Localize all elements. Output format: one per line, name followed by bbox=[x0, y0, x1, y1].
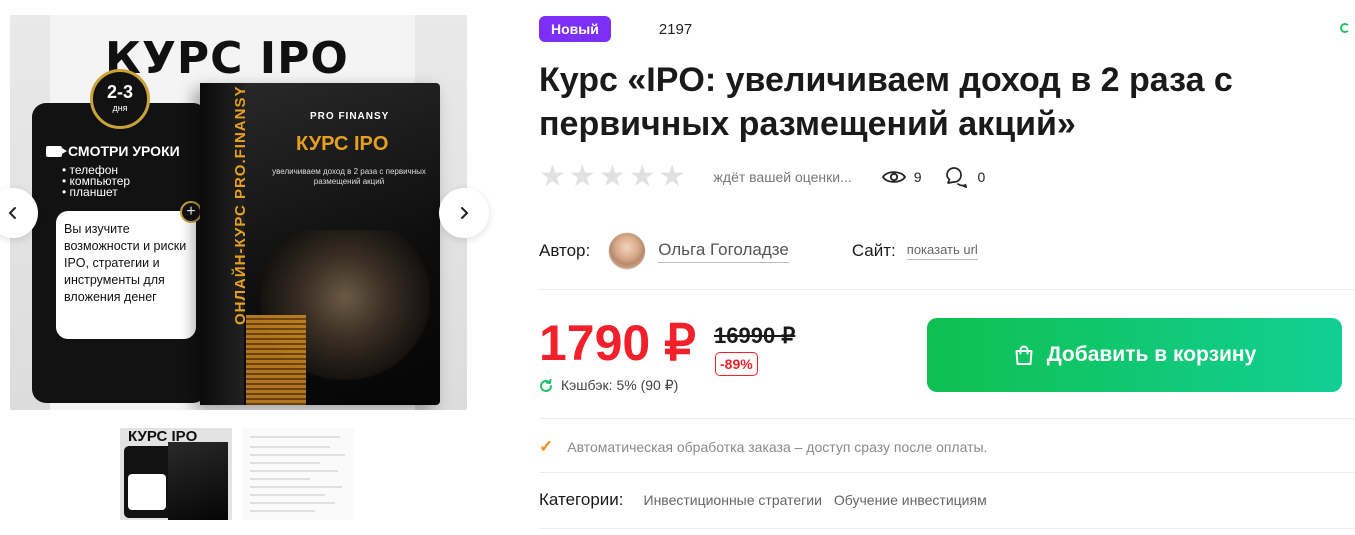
check-icon: ✓ bbox=[539, 437, 554, 456]
watch-label: СМОТРИ УРОКИ bbox=[68, 143, 180, 159]
cashback-row: Кэшбэк: 5% (90 ₽) bbox=[539, 377, 678, 394]
star-icon[interactable]: ★ bbox=[629, 162, 656, 192]
thumbnail-2[interactable] bbox=[242, 428, 354, 520]
views-value: 9 bbox=[913, 169, 922, 185]
days-count: 2-3 bbox=[106, 82, 133, 102]
product-meta-row: Новый 2197 bbox=[539, 16, 692, 42]
watch-lessons: СМОТРИ УРОКИ bbox=[46, 143, 180, 159]
price-block: 1790 ₽ 16990 ₽ -89% bbox=[539, 315, 795, 376]
thumbnail-note bbox=[128, 474, 166, 510]
cover-note: Вы изучите возможности и риски IPO, стра… bbox=[56, 211, 196, 339]
cashback-text: Кэшбэк: 5% (90 ₽) bbox=[561, 377, 679, 393]
rating-text: ждёт вашей оценки... bbox=[713, 169, 852, 185]
days-badge: 2-3 дня bbox=[90, 69, 150, 129]
add-to-cart-button[interactable]: Добавить в корзину bbox=[927, 318, 1342, 392]
comment-icon bbox=[945, 167, 967, 188]
auto-processing-note: ✓ Автоматическая обработка заказа – дост… bbox=[539, 437, 987, 457]
categories-row: Категории: Инвестиционные стратегии Обуч… bbox=[539, 490, 987, 510]
comments-value: 0 bbox=[977, 169, 986, 185]
new-badge: Новый bbox=[539, 16, 611, 42]
divider bbox=[539, 472, 1355, 473]
device-item: планшет bbox=[62, 186, 130, 198]
discount-badge: -89% bbox=[715, 352, 758, 376]
days-unit: дня bbox=[112, 103, 128, 113]
box-subtitle: увеличиваем доход в 2 раза с первичных р… bbox=[272, 167, 426, 186]
cover-title: КУРС IPO bbox=[105, 33, 349, 84]
device-list: телефон компьютер планшет bbox=[62, 164, 131, 198]
box-spine-text: ОНЛАЙН-КУРС PRO.FINANSY bbox=[232, 85, 249, 325]
refresh-icon bbox=[540, 378, 552, 392]
box-title: КУРС IPO bbox=[296, 133, 389, 155]
product-gallery: КУРС IPO 2-3 дня СМОТРИ УРОКИ телефон ко… bbox=[0, 0, 500, 535]
plus-icon: + bbox=[180, 201, 202, 223]
star-icon[interactable]: ★ bbox=[539, 162, 566, 192]
product-info: Новый 2197 Курс «IPO: увеличиваем доход … bbox=[539, 0, 1355, 535]
box-brand: PRO FINANSY bbox=[310, 111, 390, 122]
star-icon[interactable]: ★ bbox=[599, 162, 626, 192]
coins-image bbox=[246, 315, 306, 405]
author-label: Автор: bbox=[539, 241, 591, 260]
star-icon[interactable]: ★ bbox=[659, 162, 686, 192]
divider bbox=[539, 418, 1355, 419]
auto-note-text: Автоматическая обработка заказа – доступ… bbox=[567, 439, 988, 455]
shopping-bag-icon bbox=[1015, 345, 1033, 365]
category-link[interactable]: Обучение инвестициям bbox=[834, 492, 987, 508]
product-sku: 2197 bbox=[658, 20, 693, 38]
chevron-left-icon bbox=[8, 207, 16, 219]
show-url-link[interactable]: показать url bbox=[906, 242, 978, 260]
divider bbox=[539, 289, 1355, 290]
avatar[interactable] bbox=[608, 232, 647, 270]
add-to-cart-label: Добавить в корзину bbox=[1046, 343, 1257, 366]
gallery-thumbnails: КУРС IPO bbox=[120, 428, 354, 520]
star-icon[interactable]: ★ bbox=[569, 162, 596, 192]
divider bbox=[539, 528, 1355, 529]
views-count: 9 bbox=[881, 169, 922, 185]
author-row: Автор: Ольга Гоголадзе Сайт: показать ur… bbox=[539, 232, 1339, 270]
camera-icon bbox=[46, 145, 67, 157]
rating-stars[interactable]: ★ ★ ★ ★ ★ bbox=[539, 162, 686, 192]
categories-label: Категории: bbox=[539, 490, 624, 509]
category-link[interactable]: Инвестиционные стратегии bbox=[644, 492, 822, 508]
chevron-right-icon bbox=[461, 207, 469, 219]
thumbnail-box bbox=[168, 442, 228, 520]
rating-row: ★ ★ ★ ★ ★ ждёт вашей оценки... 9 0 bbox=[539, 162, 1039, 192]
current-price: 1790 ₽ bbox=[539, 315, 696, 371]
gallery-next-button[interactable] bbox=[439, 188, 489, 238]
thumbnail-1[interactable]: КУРС IPO bbox=[120, 428, 232, 520]
author-link[interactable]: Ольга Гоголадзе bbox=[658, 240, 789, 263]
main-product-image[interactable]: КУРС IPO 2-3 дня СМОТРИ УРОКИ телефон ко… bbox=[10, 15, 467, 410]
status-indicator-icon bbox=[1340, 23, 1350, 33]
old-price: 16990 ₽ bbox=[714, 323, 796, 348]
eye-icon bbox=[881, 171, 906, 183]
site-label: Сайт: bbox=[851, 241, 896, 260]
comments-count[interactable]: 0 bbox=[944, 166, 986, 188]
product-title: Курс «IPO: увеличиваем доход в 2 раза с … bbox=[539, 61, 1233, 143]
